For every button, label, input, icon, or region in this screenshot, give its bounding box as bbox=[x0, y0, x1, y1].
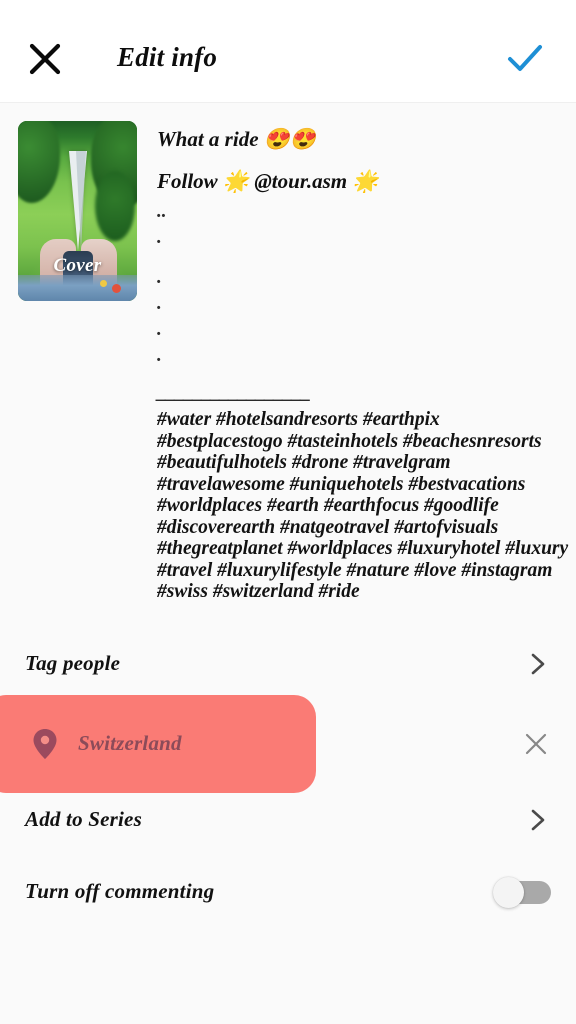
check-icon bbox=[508, 45, 542, 71]
clear-location-button[interactable] bbox=[519, 727, 553, 761]
location-value: Switzerland bbox=[78, 731, 182, 755]
app-header: Edit info bbox=[0, 0, 576, 103]
caption-dot-line: . bbox=[157, 293, 162, 314]
hashtag-line: #travel #luxurylifestyle #nature #love #… bbox=[157, 559, 553, 581]
close-x-icon bbox=[525, 733, 547, 754]
chevron-right-icon bbox=[525, 807, 551, 833]
cover-label: Cover bbox=[53, 255, 102, 276]
add-to-series-row[interactable]: Add to Series bbox=[0, 793, 576, 847]
confirm-button[interactable] bbox=[499, 33, 551, 85]
thumbnail-accent-dot-red bbox=[112, 284, 121, 293]
caption-divider: _________________ bbox=[157, 381, 311, 403]
caption-text-area[interactable]: What a ride 😍😍 Follow 🌟 @tour.asm 🌟 .. .… bbox=[137, 117, 576, 603]
cover-thumbnail-wrap: Cover bbox=[18, 121, 137, 603]
caption-dot-line: . bbox=[157, 227, 162, 248]
page-title: Edit info bbox=[117, 42, 218, 72]
caption-line-1: What a ride 😍😍 bbox=[157, 127, 317, 151]
close-x-icon bbox=[29, 43, 61, 75]
toggle-knob bbox=[493, 876, 524, 908]
location-highlight-pill[interactable]: Switzerland bbox=[0, 694, 316, 793]
hashtag-line: #thegreatplanet #worldplaces #luxuryhote… bbox=[157, 538, 569, 559]
hashtag-line: #water #hotelsandresorts #earthpix bbox=[157, 409, 440, 430]
thumbnail-accent-dot-yellow bbox=[100, 280, 107, 287]
thumbnail-foliage-right-lower bbox=[95, 171, 135, 241]
hashtag-line: #swiss #switzerland #ride bbox=[157, 581, 360, 602]
turn-off-commenting-label: Turn off commenting bbox=[25, 879, 215, 903]
caption-dot-line: . bbox=[157, 345, 162, 366]
chevron-right-icon bbox=[525, 651, 551, 677]
caption-section: Cover What a ride 😍😍 Follow 🌟 @tour.asm … bbox=[0, 103, 576, 603]
thumbnail-cone-shadow bbox=[75, 151, 86, 250]
turn-off-commenting-toggle[interactable] bbox=[493, 876, 551, 908]
caption-dot-line: .. bbox=[157, 201, 167, 222]
hashtag-block: _________________ #water #hotelsandresor… bbox=[157, 382, 570, 603]
caption-dot-line: . bbox=[157, 267, 162, 288]
cover-thumbnail[interactable]: Cover bbox=[18, 121, 137, 301]
hashtag-line: #bestplacestogo #tasteinhotels #beachesn… bbox=[157, 430, 542, 452]
hashtag-line: #travelawesome #uniquehotels #bestvacati… bbox=[157, 473, 526, 495]
turn-off-commenting-row[interactable]: Turn off commenting bbox=[0, 863, 576, 921]
caption-dot-line: . bbox=[157, 319, 162, 340]
caption-line-2: Follow 🌟 @tour.asm 🌟 bbox=[157, 169, 379, 193]
close-button[interactable] bbox=[19, 33, 71, 85]
hashtag-line: #beautifulhotels #drone #travelgram bbox=[157, 452, 451, 473]
hashtag-line: #discoverearth #natgeotravel #artofvisua… bbox=[157, 516, 499, 538]
add-to-series-label: Add to Series bbox=[25, 807, 142, 831]
location-row[interactable]: Switzerland bbox=[0, 694, 576, 793]
tag-people-row[interactable]: Tag people bbox=[0, 637, 576, 691]
location-pin-icon bbox=[32, 728, 58, 760]
hashtag-line: #worldplaces #earth #earthfocus #goodlif… bbox=[157, 495, 499, 516]
tag-people-label: Tag people bbox=[25, 651, 121, 675]
options-list: Tag people Switzerland Add to Series Tur… bbox=[0, 637, 576, 921]
